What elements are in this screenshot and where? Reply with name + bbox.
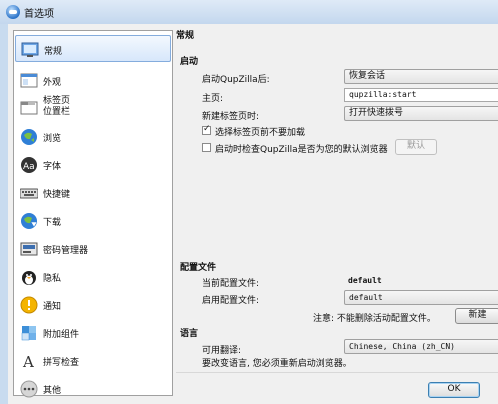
general-icon: [21, 41, 39, 59]
sidebar-item-label: 隐私: [43, 274, 62, 284]
profile-note: 注意: 不能删除活动配置文件。: [313, 314, 436, 324]
sidebar-item-extensions[interactable]: 附加组件: [15, 319, 171, 346]
footer-divider: [176, 372, 498, 373]
restart-note: 要改变语言, 您必须重新启动浏览器。: [202, 359, 352, 369]
sidebar-item-label: 通知: [43, 302, 62, 312]
after-launch-label: 启动QupZilla后:: [202, 75, 270, 85]
sidebar-item-notifications[interactable]: 通知: [15, 291, 171, 318]
appearance-icon: [20, 72, 38, 90]
sidebar-item-appearance[interactable]: 外观: [15, 67, 171, 94]
browsing-icon: [20, 128, 38, 146]
sidebar-item-label: 下载: [43, 218, 62, 228]
homepage-input[interactable]: qupzilla:start: [344, 88, 498, 102]
sidebar-item-label: 字体: [43, 162, 62, 172]
general-settings-pane: 常规 启动 启动QupZilla后: 恢复会话 主页: qupzilla:sta…: [176, 24, 498, 404]
spellcheck-icon: A: [20, 352, 38, 371]
sidebar-item-label: 密码管理器: [43, 246, 89, 256]
sidebar-item-label: 其他: [43, 386, 62, 396]
sidebar-item-label: 拼写检查: [43, 358, 80, 368]
check-default-browser-checkbox[interactable]: [202, 143, 211, 152]
sidebar-item-password-manager[interactable]: 密码管理器: [15, 235, 171, 262]
sidebar-item-keyboard[interactable]: 快捷键: [15, 179, 171, 206]
available-translations-label: 可用翻译:: [202, 346, 242, 356]
page-title: 常规: [176, 31, 195, 41]
other-icon: [20, 380, 38, 398]
no-load-tabs-label: 选择标签页前不要加载: [215, 128, 306, 138]
new-tab-label: 新建标签页时:: [202, 112, 260, 122]
fonts-icon: Aa: [20, 156, 38, 174]
sidebar-item-tabs[interactable]: 标签页 位置栏: [15, 94, 171, 124]
after-launch-select[interactable]: 恢复会话: [344, 69, 498, 84]
ok-button[interactable]: OK: [428, 382, 480, 398]
sidebar-item-other[interactable]: 其他: [15, 375, 171, 402]
sidebar-item-downloads[interactable]: 下载: [15, 207, 171, 234]
extensions-icon: [20, 324, 38, 342]
sidebar-item-label: 附加组件: [43, 330, 80, 340]
preferences-window: 首选项 常规 外观 标签页 位置栏 浏览 Aa 字体 快捷键 下载 密码管理器 …: [0, 0, 498, 404]
qupzilla-app-icon: [6, 5, 20, 19]
profiles-section-header: 配置文件: [180, 263, 217, 273]
sidebar-item-privacy[interactable]: 隐私: [15, 263, 171, 290]
translation-select[interactable]: Chinese, China (zh_CN): [344, 339, 498, 354]
startup-profile-label: 启用配置文件:: [202, 296, 260, 306]
privacy-icon: [20, 268, 38, 286]
sidebar-item-browsing[interactable]: 浏览: [15, 123, 171, 150]
sidebar-item-label: 常规: [44, 47, 63, 57]
window-title: 首选项: [24, 9, 54, 20]
sidebar-item-fonts[interactable]: Aa 字体: [15, 151, 171, 178]
check-default-browser-label: 启动时检查QupZilla是否为您的默认浏览器: [215, 145, 388, 155]
title-bar[interactable]: 首选项: [0, 0, 498, 24]
dialog-body: 常规 外观 标签页 位置栏 浏览 Aa 字体 快捷键 下载 密码管理器 隐私 通…: [8, 24, 498, 404]
homepage-label: 主页:: [202, 94, 224, 104]
sidebar-item-label: 浏览: [43, 134, 62, 144]
tabs-icon: [20, 99, 38, 117]
preferences-sidebar: 常规 外观 标签页 位置栏 浏览 Aa 字体 快捷键 下载 密码管理器 隐私 通…: [13, 30, 173, 398]
new-profile-button[interactable]: 新建: [455, 308, 498, 324]
no-load-tabs-checkbox[interactable]: [202, 124, 211, 135]
keyboard-icon: [19, 184, 39, 202]
sidebar-item-label: 外观: [43, 78, 62, 88]
notifications-icon: [20, 296, 38, 314]
startup-profile-select[interactable]: default: [344, 290, 498, 305]
set-default-button[interactable]: 默认: [395, 139, 437, 155]
password-manager-icon: [20, 240, 38, 258]
new-tab-select[interactable]: 打开快速拨号: [344, 106, 498, 121]
svg-text:Aa: Aa: [23, 162, 35, 172]
current-profile-value: default: [348, 276, 382, 285]
current-profile-label: 当前配置文件:: [202, 279, 260, 289]
sidebar-item-label: 标签页 位置栏: [43, 96, 71, 117]
downloads-icon: [20, 212, 38, 230]
startup-section-header: 启动: [180, 57, 199, 67]
sidebar-item-label: 快捷键: [43, 190, 71, 200]
sidebar-item-general[interactable]: 常规: [15, 35, 171, 62]
svg-text:A: A: [22, 353, 34, 370]
language-section-header: 语言: [180, 329, 199, 339]
sidebar-item-spellcheck[interactable]: A 拼写检查: [15, 347, 171, 374]
